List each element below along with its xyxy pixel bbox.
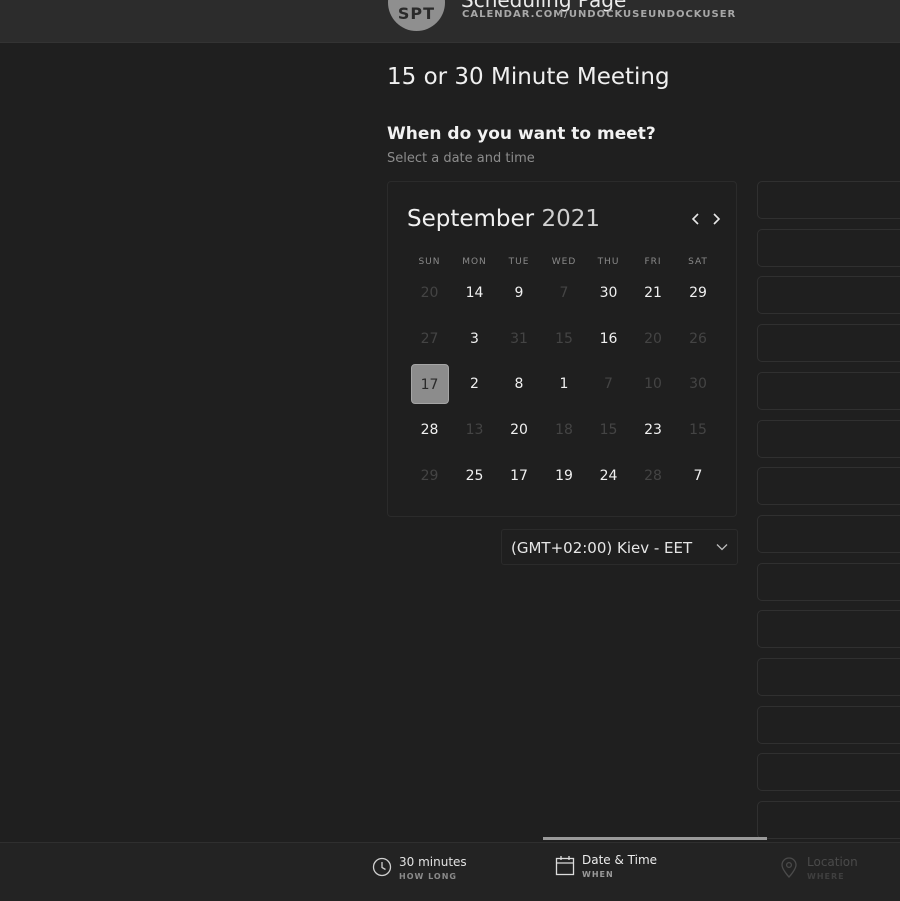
calendar-day: 7: [604, 376, 613, 392]
calendar: September 2021 SUN MON TUE WED THU FRI SAT 20 1…: [387, 181, 737, 517]
clock-icon: [372, 857, 392, 877]
calendar-day: 10: [644, 376, 662, 392]
weekday-label: MON: [462, 257, 487, 267]
next-month-button[interactable]: [708, 209, 724, 229]
calendar-day: 26: [689, 331, 707, 347]
weekday-label: SUN: [418, 257, 441, 267]
step-date-time-sublabel: WHEN: [582, 870, 614, 879]
calendar-day[interactable]: 9: [500, 273, 538, 313]
avatar: SPT: [388, 0, 445, 31]
time-slot-button[interactable]: [757, 801, 900, 840]
time-slot-button[interactable]: [757, 610, 900, 649]
calendar-day: 15: [599, 422, 618, 438]
calendar-day[interactable]: 20: [500, 410, 538, 450]
calendar-day[interactable]: 25: [456, 456, 494, 496]
calendar-day[interactable]: 21: [634, 273, 672, 313]
time-slot-button[interactable]: [757, 324, 900, 363]
time-slot-button[interactable]: [757, 371, 900, 410]
time-slot-button[interactable]: [757, 514, 900, 553]
calendar-day: 15: [689, 422, 707, 438]
time-slot-button[interactable]: [757, 181, 900, 219]
step-date-time-label: Date & Time: [582, 853, 658, 867]
chevron-down-icon: [716, 544, 728, 551]
calendar-day[interactable]: 23: [634, 410, 672, 450]
calendar-day: 31: [510, 331, 528, 347]
page-title: 15 or 30 Minute Meeting: [387, 64, 670, 90]
time-slot-button[interactable]: [757, 753, 900, 792]
step-duration-label: 30 minutes: [399, 855, 467, 869]
timezone-label: (GMT+02:00) Kiev - EET: [511, 539, 693, 557]
step-progress-indicator: [543, 837, 767, 840]
calendar-icon: [555, 856, 575, 876]
location-pin-icon: [781, 857, 797, 878]
section-subtitle: Select a date and time: [387, 151, 535, 166]
weekday-label: SAT: [688, 257, 708, 267]
calendar-day: 7: [559, 285, 569, 301]
calendar-day: 13: [465, 422, 484, 438]
calendar-day[interactable]: 8: [500, 364, 538, 404]
calendar-day[interactable]: 16: [590, 319, 628, 359]
calendar-day: 27: [420, 331, 439, 347]
weekday-label: TUE: [508, 257, 530, 267]
calendar-month-year: September 2021: [407, 206, 600, 232]
calendar-day: 20: [644, 331, 662, 347]
calendar-day[interactable]: 7: [679, 456, 717, 496]
calendar-day[interactable]: 28: [411, 410, 449, 450]
scheduler-url[interactable]: CALENDAR.COM/UNDOCKUSEUNDOCKUSER: [462, 9, 736, 20]
time-slot-button[interactable]: [757, 228, 900, 267]
time-slot-button[interactable]: [757, 467, 900, 506]
calendar-day: 28: [644, 468, 662, 484]
chevron-left-icon: [691, 213, 699, 225]
calendar-day[interactable]: 24: [590, 456, 628, 496]
time-slot-button[interactable]: [757, 658, 900, 696]
timezone-select[interactable]: (GMT+02:00) Kiev - EET: [501, 529, 738, 565]
previous-month-button[interactable]: [688, 209, 704, 229]
step-location-sublabel: WHERE: [807, 872, 845, 881]
step-location-label: Location: [807, 855, 858, 869]
calendar-day: 30: [689, 376, 707, 392]
time-slot-button[interactable]: [757, 705, 900, 744]
calendar-day: 18: [555, 422, 573, 438]
calendar-day[interactable]: 30: [590, 273, 628, 313]
chevron-right-icon: [713, 213, 721, 225]
top-bar: SPT Scheduling Page CALENDAR.COM/UNDOCKU…: [0, 0, 900, 43]
weekday-label: WED: [551, 257, 577, 267]
calendar-day-selected[interactable]: 17: [410, 364, 449, 404]
calendar-day: 20: [420, 285, 439, 301]
calendar-day[interactable]: 1: [545, 364, 583, 404]
calendar-year: 2021: [541, 206, 600, 232]
calendar-day[interactable]: 3: [456, 319, 494, 359]
time-slot-button[interactable]: [757, 419, 900, 458]
calendar-day[interactable]: 2: [456, 364, 494, 404]
weekday-label: FRI: [644, 257, 662, 267]
section-heading: When do you want to meet?: [387, 124, 656, 144]
calendar-day[interactable]: 14: [456, 273, 494, 313]
calendar-day: 15: [555, 331, 573, 347]
calendar-month: September: [407, 206, 535, 232]
calendar-day[interactable]: 29: [679, 273, 717, 313]
calendar-day[interactable]: 17: [500, 456, 538, 496]
step-duration-sublabel: HOW LONG: [399, 872, 457, 881]
weekday-label: THU: [597, 257, 620, 267]
calendar-day[interactable]: 19: [545, 456, 583, 496]
time-slot-button[interactable]: [757, 562, 900, 601]
weekday-header: SUN MON TUE WED THU FRI SAT: [407, 257, 727, 269]
calendar-day: 29: [420, 468, 439, 484]
time-slot-button[interactable]: [757, 276, 900, 315]
